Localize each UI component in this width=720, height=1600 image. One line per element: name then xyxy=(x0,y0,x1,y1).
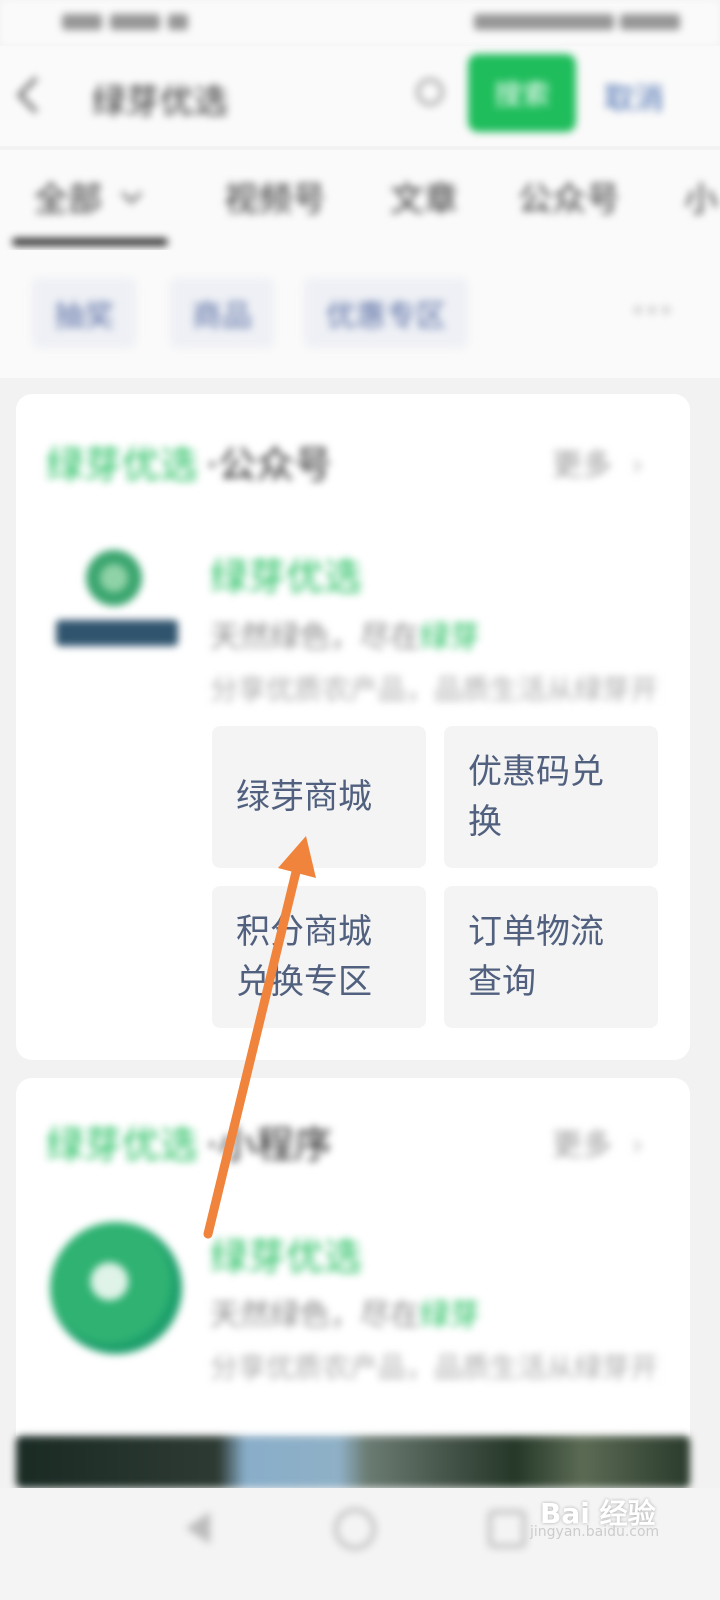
mini-program-desc: 天然绿色，尽在绿芽 xyxy=(210,1290,480,1334)
search-button[interactable]: 搜索 xyxy=(468,54,576,132)
card-title: 绿芽优选 xyxy=(46,1123,199,1167)
active-tab-indicator xyxy=(12,238,168,246)
more-link[interactable]: 更多 › xyxy=(552,1120,644,1164)
account-desc-highlight: 绿芽 xyxy=(420,620,480,655)
chip-lottery[interactable]: 抽奖 xyxy=(32,278,136,348)
watermark-url: jingyan.baidu.com xyxy=(530,1524,660,1540)
status-bar xyxy=(0,0,720,46)
menu-label: 绿芽商城 xyxy=(236,777,372,817)
menu-order-tracking[interactable]: 订单物流查询 xyxy=(444,886,658,1028)
cancel-button[interactable]: 取消 xyxy=(604,74,664,118)
tab-all[interactable]: 全部 xyxy=(34,172,102,221)
mini-program-name[interactable]: 绿芽优选 xyxy=(210,1226,362,1281)
card-title: 绿芽优选 xyxy=(46,443,199,487)
image-strip[interactable] xyxy=(16,1436,690,1488)
card-type-label: ·小程序 xyxy=(206,1123,333,1167)
tab-official-accounts[interactable]: 公众号 xyxy=(518,172,620,221)
chevron-right-icon: › xyxy=(631,1128,644,1163)
mini-program-logo xyxy=(50,1222,182,1354)
chip-products[interactable]: 商品 xyxy=(170,278,274,348)
more-dots-icon[interactable] xyxy=(632,300,672,320)
tab-articles[interactable]: 文章 xyxy=(390,172,458,221)
clear-input-icon[interactable] xyxy=(416,78,444,106)
mini-program-desc-text: 天然绿色，尽在 xyxy=(210,1298,420,1333)
card-type-label: ·公众号 xyxy=(206,443,333,487)
menu-label: 优惠码兑换 xyxy=(468,752,604,842)
menu-points-mall[interactable]: 积分商城兑换专区 xyxy=(212,886,426,1028)
more-link-label: 更多 xyxy=(552,1128,612,1163)
tab-mini-programs[interactable]: 小 xyxy=(684,172,718,221)
tab-channels[interactable]: 视频号 xyxy=(224,172,326,221)
more-link-label: 更多 xyxy=(552,448,612,483)
mini-program-desc-highlight: 绿芽 xyxy=(420,1298,480,1333)
menu-coupon-redeem[interactable]: 优惠码兑换 xyxy=(444,726,658,868)
nav-home-icon[interactable] xyxy=(334,1508,376,1550)
chevron-right-icon: › xyxy=(631,448,644,483)
account-logo xyxy=(56,550,178,646)
menu-green-mall[interactable]: 绿芽商城 xyxy=(212,726,426,868)
baidu-watermark: Bai 经验 jingyan.baidu.com xyxy=(530,1492,659,1540)
mini-program-desc-line2: 分享优质农产品，品质生活从绿芽开始… xyxy=(210,1351,660,1384)
more-link[interactable]: 更多 › xyxy=(552,440,644,484)
chip-discount-zone[interactable]: 优惠专区 xyxy=(304,278,468,348)
menu-label: 积分商城兑换专区 xyxy=(236,912,372,1002)
menu-label: 订单物流查询 xyxy=(468,912,604,1002)
search-input[interactable]: 绿芽优选 xyxy=(92,74,228,123)
account-desc-text: 天然绿色，尽在 xyxy=(210,620,420,655)
nav-back-icon[interactable] xyxy=(186,1512,210,1544)
account-desc-line2: 分享优质农产品，品质生活从绿芽开始… xyxy=(210,673,660,706)
account-name[interactable]: 绿芽优选 xyxy=(210,546,362,601)
account-desc: 天然绿色，尽在绿芽 xyxy=(210,612,480,656)
nav-recent-apps-icon[interactable] xyxy=(488,1510,526,1548)
